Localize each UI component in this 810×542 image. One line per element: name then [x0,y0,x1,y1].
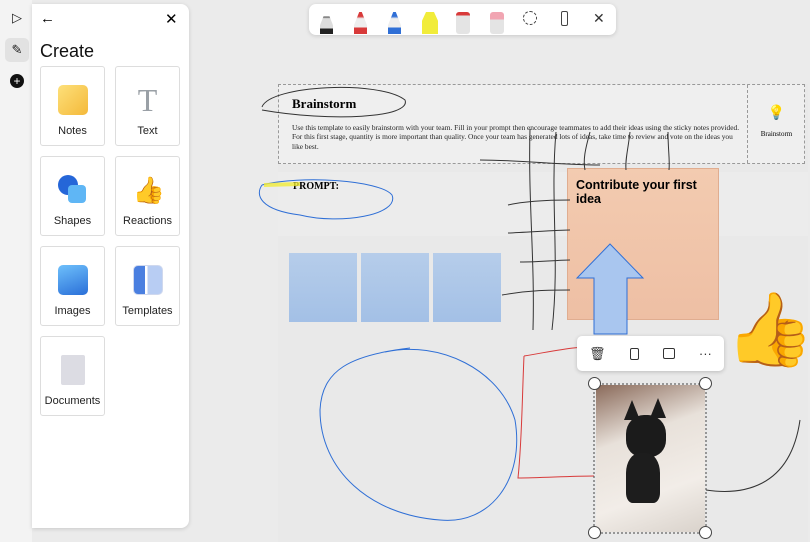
resize-handle[interactable] [588,526,601,539]
cat-photo[interactable] [596,385,705,532]
resize-handle[interactable] [588,377,601,390]
image-icon[interactable] [662,348,675,359]
resize-handle[interactable] [699,377,712,390]
more-icon[interactable]: ··· [699,346,712,361]
thumbs-up-reaction[interactable]: 👍 [725,283,810,378]
cat-head [626,415,666,457]
arrow-shape [575,243,645,335]
resize-handle[interactable] [699,526,712,539]
ink-strokes [261,86,801,492]
delete-icon[interactable]: 🗑 [589,346,606,362]
copy-icon[interactable] [629,347,639,360]
context-menu: 🗑 ··· [577,336,724,371]
